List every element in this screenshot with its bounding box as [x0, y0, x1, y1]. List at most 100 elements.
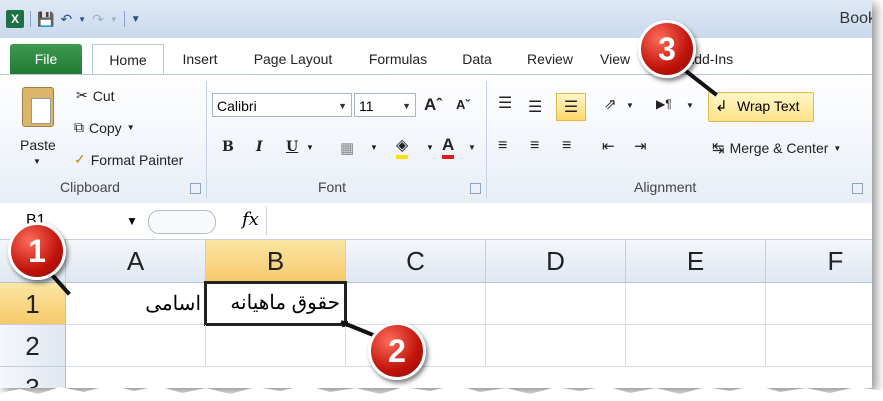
group-divider	[206, 81, 207, 199]
quick-access-toolbar: X 💾 ↶ ▼ ↷ ▼ ▼	[6, 8, 141, 30]
worksheet-grid: A B C D E F 1 2 3 اسامی حقوق ماهیانه	[0, 240, 872, 388]
grow-font-icon[interactable]: Aˆ	[424, 95, 442, 115]
cut-label: Cut	[92, 87, 115, 104]
format-painter-button[interactable]: ✓ Format Painter	[74, 151, 183, 168]
undo-icon[interactable]: ↶	[60, 11, 72, 28]
chevron-down-icon: ▼	[402, 101, 411, 111]
tab-review[interactable]: Review	[518, 44, 582, 74]
column-header-e[interactable]: E	[626, 240, 766, 283]
column-header-d[interactable]: D	[486, 240, 626, 283]
font-name-value: Calibri	[217, 98, 257, 114]
redo-dropdown-icon[interactable]: ▼	[110, 15, 118, 24]
wrap-text-label: Wrap Text	[737, 98, 800, 114]
tab-page-layout[interactable]: Page Layout	[244, 44, 342, 74]
alignment-launcher-icon[interactable]	[852, 183, 863, 194]
align-bottom-icon[interactable]: ☰	[556, 93, 586, 121]
cell-e2[interactable]	[626, 325, 766, 367]
tab-home[interactable]: Home	[92, 44, 164, 76]
shrink-font-icon[interactable]: Aˇ	[456, 97, 470, 112]
paste-dropdown-icon[interactable]: ▼	[33, 157, 41, 166]
formula-bar: B1 ▼ fx	[0, 203, 872, 240]
undo-dropdown-icon[interactable]: ▼	[78, 15, 86, 24]
tab-file[interactable]: File	[10, 44, 82, 74]
align-left-icon[interactable]: ≡	[498, 137, 507, 155]
fill-color-icon[interactable]: ◈	[396, 135, 409, 159]
excel-window: X 💾 ↶ ▼ ↷ ▼ ▼ Book File Home Insert Page…	[0, 0, 872, 388]
font-name-combo[interactable]: Calibri ▼	[212, 93, 352, 117]
save-icon[interactable]: 💾	[37, 11, 54, 28]
text-direction-dropdown-icon[interactable]: ▼	[686, 101, 694, 110]
paste-icon[interactable]	[22, 87, 54, 127]
borders-dropdown-icon[interactable]: ▼	[370, 143, 378, 152]
column-header-b[interactable]: B	[206, 240, 346, 283]
align-middle-icon[interactable]: ☰	[528, 97, 542, 117]
text-direction-icon[interactable]: ▶¶	[656, 97, 672, 111]
font-launcher-icon[interactable]	[470, 183, 481, 194]
ribbon-home: Paste ▼ ✂ Cut ⧉ Copy ▼ ✓ Format Painter …	[0, 74, 872, 204]
underline-button[interactable]: U	[286, 139, 298, 155]
window-title: Book	[839, 10, 872, 27]
torn-edge-decoration	[0, 385, 883, 401]
font-size-value: 11	[359, 98, 374, 114]
excel-icon[interactable]: X	[6, 10, 24, 28]
align-right-icon[interactable]: ≡	[562, 137, 571, 155]
wrap-text-icon: ↲	[715, 98, 728, 115]
cut-button[interactable]: ✂ Cut	[76, 87, 115, 104]
group-label-clipboard: Clipboard	[60, 179, 120, 195]
merge-center-button[interactable]: ↹ Merge & Center ▼	[712, 139, 841, 157]
align-center-icon[interactable]: ≡	[530, 137, 539, 155]
chevron-down-icon: ▼	[833, 143, 842, 153]
tab-formulas[interactable]: Formulas	[360, 44, 436, 74]
increase-indent-icon[interactable]: ⇥	[634, 137, 647, 155]
decrease-indent-icon[interactable]: ⇤	[602, 137, 615, 155]
group-divider	[486, 81, 487, 199]
font-color-icon[interactable]: A	[442, 135, 455, 159]
underline-dropdown-icon[interactable]: ▼	[306, 143, 314, 152]
cell-a1[interactable]: اسامی	[66, 283, 206, 325]
formula-bar-resize-handle[interactable]	[148, 210, 216, 234]
tab-insert[interactable]: Insert	[172, 44, 228, 74]
merge-cells-icon: ↹	[712, 140, 725, 157]
italic-button[interactable]: I	[256, 139, 263, 155]
copy-icon: ⧉	[74, 119, 84, 135]
qat-separator	[30, 11, 31, 27]
bold-button[interactable]: B	[222, 139, 234, 155]
chevron-down-icon: ▼	[126, 214, 138, 228]
cell-a2[interactable]	[66, 325, 206, 367]
customize-icon[interactable]: ▼	[131, 14, 141, 25]
qat-separator	[123, 11, 125, 27]
cell-b2[interactable]	[206, 325, 346, 367]
insert-function-icon[interactable]: fx	[242, 209, 259, 230]
chevron-down-icon: ▼	[338, 101, 347, 111]
orientation-dropdown-icon[interactable]: ▼	[626, 101, 634, 110]
row-header-2[interactable]: 2	[0, 325, 66, 367]
orientation-icon[interactable]: ⇗	[604, 95, 617, 113]
column-header-f[interactable]: F	[766, 240, 872, 283]
paste-button[interactable]: Paste	[20, 137, 56, 153]
chevron-down-icon: ▼	[126, 123, 135, 132]
redo-icon[interactable]: ↷	[92, 11, 104, 28]
cell-e1[interactable]	[626, 283, 766, 325]
copy-button[interactable]: ⧉ Copy ▼	[74, 119, 135, 136]
step-marker-1: 1	[8, 222, 66, 280]
borders-icon[interactable]: ▦	[340, 139, 354, 157]
wrap-text-button[interactable]: ↲ Wrap Text	[708, 92, 814, 122]
cell-c1[interactable]	[346, 283, 486, 325]
font-color-dropdown-icon[interactable]: ▼	[468, 143, 476, 152]
cell-b1[interactable]: حقوق ماهیانه	[204, 281, 347, 326]
cell-f1[interactable]	[766, 283, 872, 325]
fill-color-dropdown-icon[interactable]: ▼	[426, 143, 434, 152]
cell-d2[interactable]	[486, 325, 626, 367]
row-header-1[interactable]: 1	[0, 283, 66, 325]
align-top-icon[interactable]: ☰	[498, 93, 512, 113]
column-header-c[interactable]: C	[346, 240, 486, 283]
ribbon-tabs: File Home Insert Page Layout Formulas Da…	[0, 44, 872, 76]
tab-data[interactable]: Data	[454, 44, 500, 74]
cell-d1[interactable]	[486, 283, 626, 325]
formula-bar-divider	[266, 207, 267, 235]
column-header-a[interactable]: A	[66, 240, 206, 283]
cell-f2[interactable]	[766, 325, 872, 367]
font-size-combo[interactable]: 11 ▼	[354, 93, 416, 117]
group-label-font: Font	[318, 179, 347, 195]
clipboard-launcher-icon[interactable]	[190, 183, 201, 194]
